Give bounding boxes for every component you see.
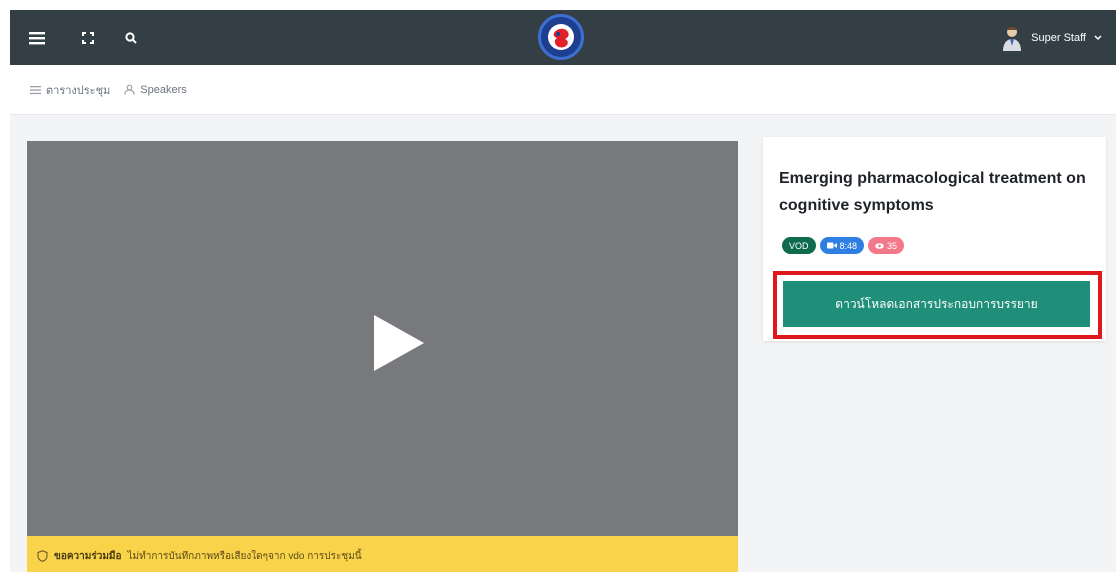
subnav-label: Speakers [140, 83, 187, 96]
subnav-item-speakers[interactable]: Speakers [124, 83, 187, 96]
views-value: 35 [887, 240, 898, 251]
user-icon [124, 84, 135, 95]
download-materials-button[interactable]: ดาวน์โหลดเอกสารประกอบการบรรยาย [783, 281, 1090, 327]
session-subnav: ตารางประชุม Speakers [10, 65, 1116, 115]
session-title: Emerging pharmacological treatment on co… [779, 170, 1086, 214]
top-navbar: Super Staff [10, 10, 1116, 65]
fullscreen-icon[interactable] [73, 10, 103, 65]
duration-badge: 8:48 [819, 237, 865, 254]
notice-bold-text: ขอความร่วมมือ [54, 550, 122, 562]
duration-value: 8:48 [839, 240, 858, 251]
notice-text: ไม่ทำการบันทึกภาพหรือเสียงใดๆจาก vdo การ… [127, 550, 362, 562]
user-menu[interactable]: Super Staff [1001, 10, 1102, 65]
subnav-item-schedule[interactable]: ตารางประชุม [30, 81, 110, 99]
user-name: Super Staff [1031, 31, 1086, 44]
app-frame: Super Staff ตารางประชุม Speakers ขอความร… [10, 10, 1116, 572]
subnav-label: ตารางประชุม [46, 84, 111, 97]
shield-icon [37, 550, 48, 562]
avatar [1001, 25, 1023, 51]
video-camera-icon [826, 242, 837, 249]
vod-badge: VOD [782, 237, 816, 254]
conference-logo[interactable] [538, 14, 584, 60]
session-badges: VOD 8:48 35 [782, 237, 905, 254]
video-player[interactable] [27, 141, 738, 536]
search-icon[interactable] [116, 10, 146, 65]
list-icon [30, 85, 41, 94]
play-icon[interactable] [374, 315, 424, 371]
eye-icon [875, 242, 884, 249]
views-badge: 35 [868, 237, 905, 254]
menu-icon[interactable] [22, 10, 52, 65]
chevron-down-icon [1094, 34, 1102, 40]
recording-notice: ขอความร่วมมือ ไม่ทำการบันทึกภาพหรือเสียง… [27, 536, 738, 572]
